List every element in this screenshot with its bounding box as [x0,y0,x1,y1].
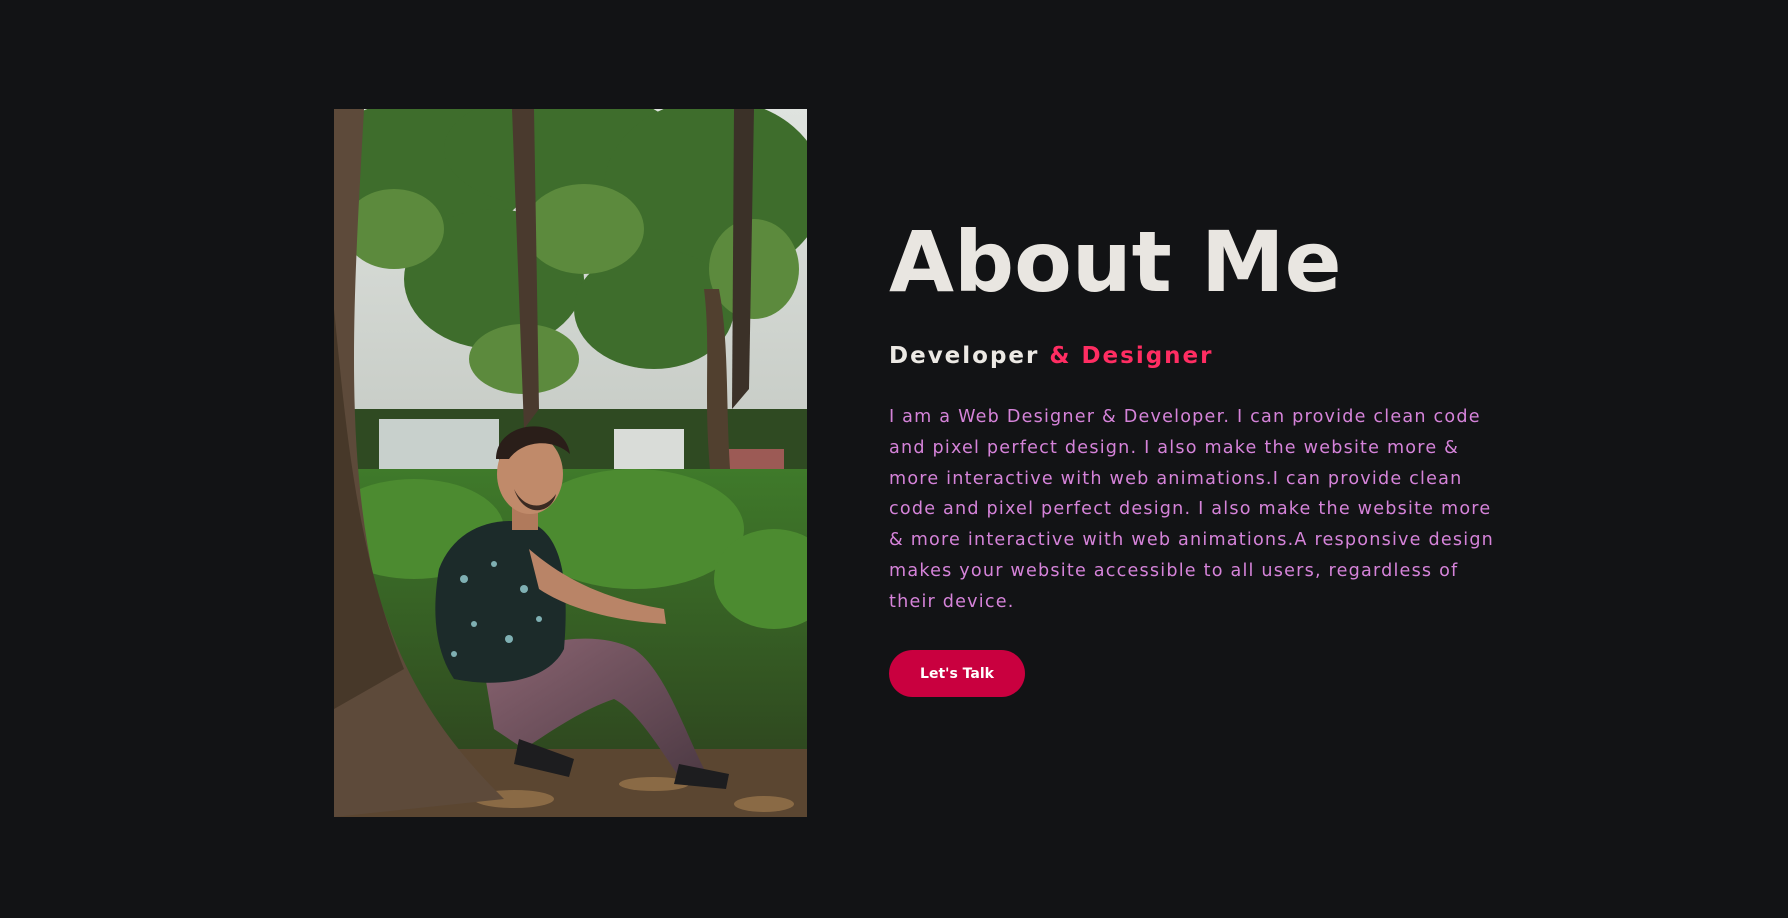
profile-photo-illustration [334,109,807,817]
lets-talk-button[interactable]: Let's Talk [889,650,1025,697]
about-section: About Me Developer & Designer I am a Web… [0,0,1788,918]
role-designer: & Designer [1039,343,1214,369]
about-content: About Me Developer & Designer I am a Web… [889,200,1501,618]
about-description: I am a Web Designer & Developer. I can p… [889,407,1495,612]
role-developer: Developer [889,343,1040,369]
profile-photo [334,109,807,817]
page-title: About Me [889,213,1342,311]
role-subtitle: Developer & Designer [889,341,1501,371]
